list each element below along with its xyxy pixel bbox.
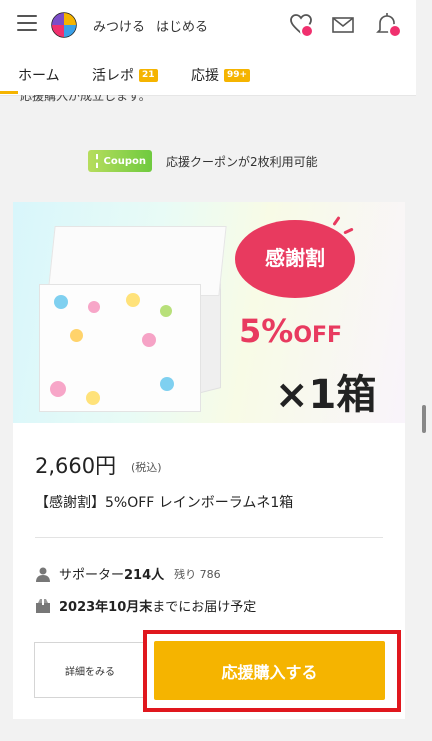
coupon-text: 応援クーポンが2枚利用可能 xyxy=(166,154,318,169)
product-box xyxy=(39,284,201,412)
tab-bar: ホーム 活レポ 21 応援 99+ xyxy=(0,52,416,96)
person-icon xyxy=(36,567,50,582)
reward-title: 【感謝割】5%OFF レインボーラムネ1箱 xyxy=(35,495,294,511)
tab-support[interactable]: 応援 99+ xyxy=(191,65,251,85)
reward-price: 2,660円 xyxy=(35,454,117,478)
delivery-text: までにお届け予定 xyxy=(152,600,257,615)
tab-katsurepo-label: 活レポ xyxy=(92,68,134,84)
supporters-count: 214人 xyxy=(124,568,165,583)
package-icon xyxy=(36,598,50,613)
tab-support-count: 99+ xyxy=(224,68,251,82)
nav-link-discover[interactable]: みつける xyxy=(93,16,145,35)
top-header: みつける はじめる xyxy=(0,0,416,52)
quantity-label: ×1箱 xyxy=(275,372,377,418)
discount-percent-number: 5% xyxy=(239,312,294,350)
tab-home-label: ホーム xyxy=(18,68,60,84)
reward-image: 感謝割 5%OFF ×1箱 xyxy=(13,202,405,423)
supporters-row: サポーター 214人 残り 786 xyxy=(35,564,221,583)
tab-katsurepo[interactable]: 活レポ 21 xyxy=(92,65,158,85)
remaining-count: 残り 786 xyxy=(174,567,221,581)
details-button[interactable]: 詳細をみる xyxy=(34,642,146,698)
mail-icon[interactable] xyxy=(332,17,354,33)
reward-card: 感謝割 5%OFF ×1箱 2,660円 (税込) 【感謝割】5%OFF レイン… xyxy=(13,202,405,719)
logo[interactable] xyxy=(51,12,77,38)
support-purchase-button[interactable]: 応援購入する xyxy=(154,641,385,700)
divider xyxy=(35,537,383,538)
supporters-label: サポーター xyxy=(59,568,125,583)
tab-katsurepo-count: 21 xyxy=(139,68,158,82)
coupon-row: Coupon 応援クーポンが2枚利用可能 xyxy=(88,150,318,172)
tab-home[interactable]: ホーム xyxy=(18,65,60,85)
nav-link-start[interactable]: はじめる xyxy=(156,16,208,35)
scrollbar-thumb[interactable] xyxy=(422,405,426,433)
tax-label: (税込) xyxy=(131,461,162,474)
coupon-badge: Coupon xyxy=(88,150,152,172)
active-tab-underline xyxy=(0,91,18,94)
discount-badge-text: 感謝割 xyxy=(265,246,325,270)
coupon-badge-label: Coupon xyxy=(103,155,146,167)
tab-support-label: 応援 xyxy=(191,68,219,84)
delivery-row: 2023年10月末 までにお届け予定 xyxy=(35,596,256,615)
page-gutter xyxy=(416,0,432,741)
heart-badge-dot xyxy=(300,24,314,38)
discount-percent-off: OFF xyxy=(293,323,343,348)
menu-icon[interactable] xyxy=(17,15,37,33)
delivery-date: 2023年10月末 xyxy=(59,600,153,615)
bell-badge-dot xyxy=(388,24,402,38)
discount-percent: 5%OFF xyxy=(239,312,342,350)
